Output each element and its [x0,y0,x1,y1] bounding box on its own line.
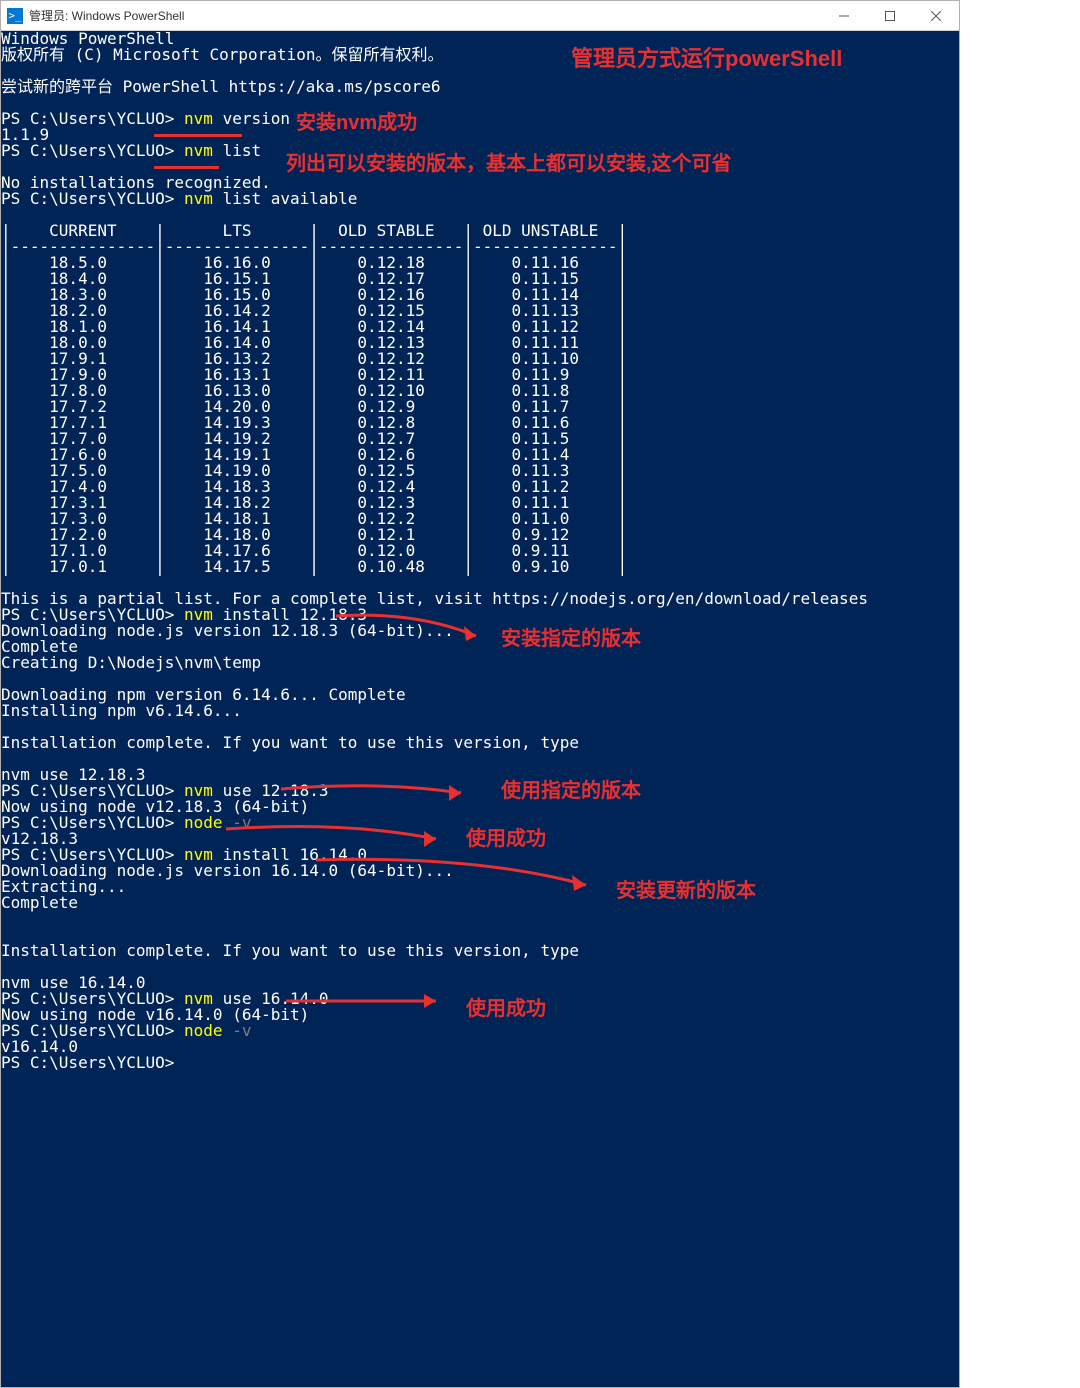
terminal-area[interactable]: Windows PowerShell版权所有 (C) Microsoft Cor… [1,31,959,1387]
anno-admin-run: 管理员方式运行powerShell [571,51,842,67]
anno-install-newer: 安装更新的版本 [616,883,756,899]
powershell-icon: >_ [7,8,23,24]
anno-list-versions: 列出可以安装的版本，基本上都可以安装,这个可省 [286,156,732,172]
anno-use-ok: 使用成功 [466,831,546,847]
anno-use-specific: 使用指定的版本 [501,783,641,799]
titlebar[interactable]: >_ 管理员: Windows PowerShell [1,1,959,31]
window-title: 管理员: Windows PowerShell [29,7,821,24]
anno-install-nvm-ok: 安装nvm成功 [296,115,417,131]
powershell-window: >_ 管理员: Windows PowerShell Windows Power… [0,0,960,1388]
close-button[interactable] [913,1,959,30]
underline-nvm-version [154,134,242,137]
anno-install-specific: 安装指定的版本 [501,631,641,647]
maximize-button[interactable] [867,1,913,30]
anno-use-ok2: 使用成功 [466,1001,546,1017]
underline-nvm-list [154,166,219,169]
minimize-button[interactable] [821,1,867,30]
